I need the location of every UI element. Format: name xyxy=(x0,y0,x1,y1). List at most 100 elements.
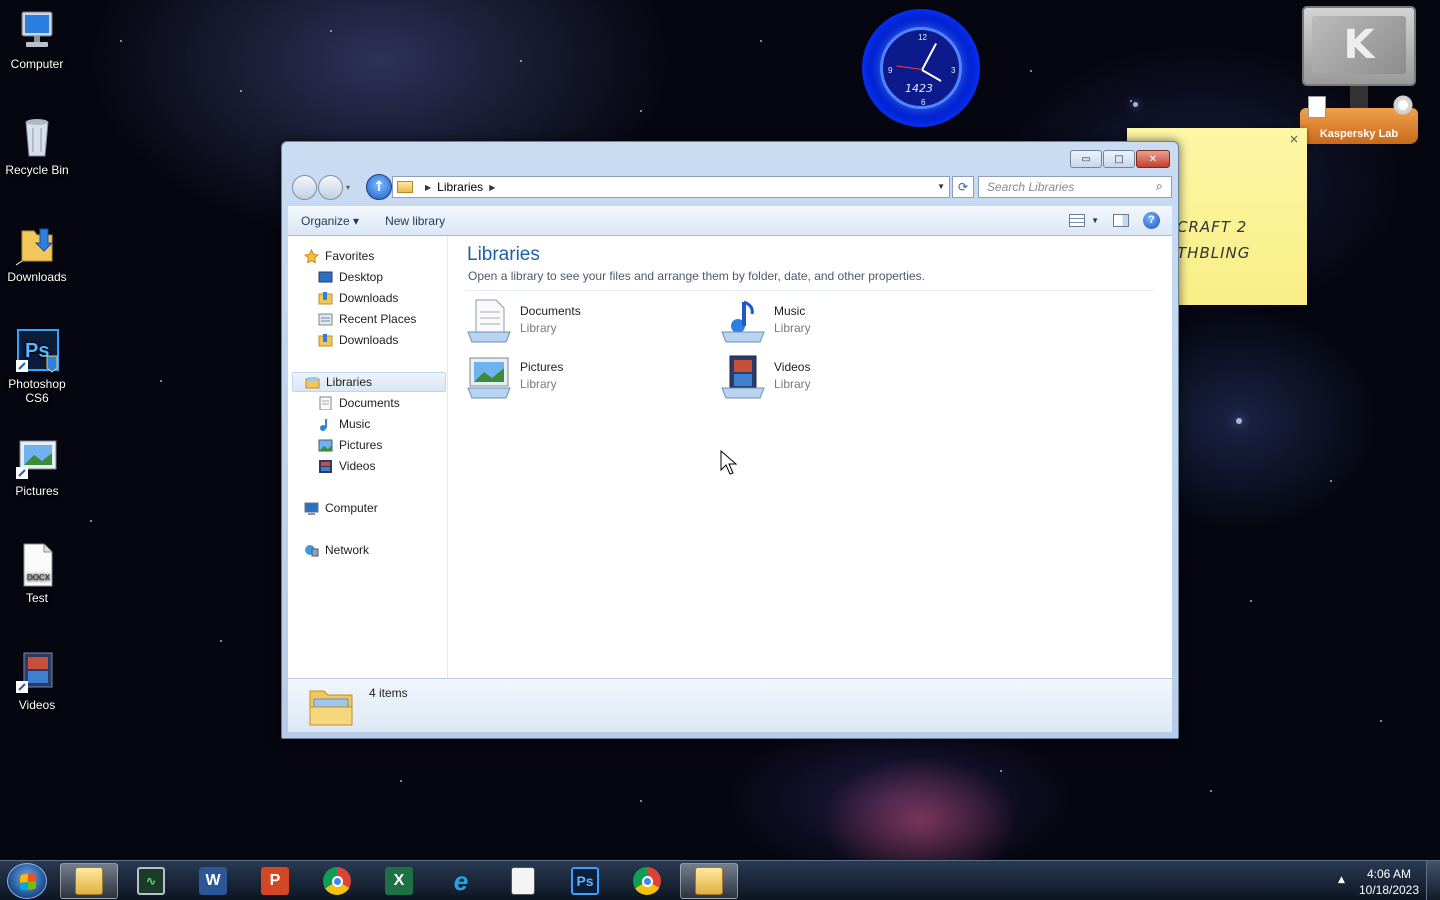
address-bar[interactable]: ▶ Libraries ▶ ▼ xyxy=(392,176,950,198)
downloads-folder-icon xyxy=(14,221,60,267)
photoshop-shortcut-icon: Ps xyxy=(14,328,60,374)
minimize-button[interactable]: ▭ xyxy=(1070,150,1102,168)
organize-button[interactable]: Organize ▾ xyxy=(288,214,372,228)
desktop-icon-videos[interactable]: Videos xyxy=(2,649,72,712)
downloads-folder-icon xyxy=(318,334,333,347)
new-library-button[interactable]: New library xyxy=(372,214,458,228)
pictures-library-icon xyxy=(467,357,511,399)
nav-item-libraries[interactable]: Libraries xyxy=(292,372,446,392)
notepad-icon xyxy=(511,867,535,895)
kaspersky-gadget[interactable]: K Kaspersky Lab xyxy=(1300,6,1418,146)
pictures-shortcut-icon xyxy=(14,435,60,481)
taskbar: ∿ W P X e Ps ▲ 4:06 AM 10/18/2023 xyxy=(0,860,1440,900)
search-input[interactable]: Search Libraries xyxy=(978,176,1172,198)
nav-item-favorites[interactable]: Favorites xyxy=(304,246,374,266)
desktop-icon-test[interactable]: DOCX Test xyxy=(2,542,72,605)
help-icon[interactable]: ? xyxy=(1143,212,1160,229)
library-pictures[interactable]: Pictures Library xyxy=(466,354,563,400)
library-documents[interactable]: Documents Library xyxy=(466,298,581,344)
sticky-text-line-2: THBLING xyxy=(1177,244,1251,262)
nav-item-computer[interactable]: Computer xyxy=(304,498,378,518)
videos-shortcut-icon xyxy=(14,649,60,695)
documents-icon xyxy=(319,396,332,410)
nav-item-music[interactable]: Music xyxy=(318,414,370,434)
clock-hour-hand xyxy=(921,69,942,82)
kaspersky-screen: K xyxy=(1302,6,1416,86)
address-dropdown-icon[interactable]: ▼ xyxy=(937,182,945,191)
desktop-icon-computer[interactable]: Computer xyxy=(2,8,72,71)
nav-item-videos[interactable]: Videos xyxy=(318,456,375,476)
nav-item-documents[interactable]: Documents xyxy=(318,393,400,413)
search-icon[interactable]: ⌕ xyxy=(1156,179,1166,194)
excel-icon: X xyxy=(385,867,413,895)
clock-minute-hand xyxy=(921,43,937,71)
documents-library-icon xyxy=(467,299,511,343)
breadcrumb-arrow-icon[interactable]: ▶ xyxy=(489,183,495,192)
close-button[interactable]: ✕ xyxy=(1136,150,1170,168)
desktop-icon-downloads[interactable]: Downloads xyxy=(2,221,72,284)
recent-pages-arrow-icon[interactable]: ▾ xyxy=(346,183,350,192)
nav-item-network[interactable]: Network xyxy=(304,540,369,560)
clock-gadget[interactable]: 12 3 6 9 1423 xyxy=(862,9,980,127)
nav-item-recent-places[interactable]: Recent Places xyxy=(318,309,416,329)
separator xyxy=(466,290,1154,291)
breadcrumb-libraries[interactable]: Libraries xyxy=(437,180,483,194)
taskbar-notepad[interactable] xyxy=(494,863,552,899)
libraries-folder-icon xyxy=(397,181,413,193)
taskbar-excel[interactable]: X xyxy=(370,863,428,899)
show-hidden-icons-arrow-icon[interactable]: ▲ xyxy=(1338,875,1345,885)
music-library-icon xyxy=(721,300,765,343)
nav-item-desktop[interactable]: Desktop xyxy=(318,267,383,287)
taskbar-libraries-window[interactable] xyxy=(680,863,738,899)
system-clock[interactable]: 4:06 AM 10/18/2023 xyxy=(1352,866,1426,898)
videos-icon xyxy=(319,460,332,473)
maximize-button[interactable]: □ xyxy=(1103,150,1135,168)
taskbar-task-manager[interactable]: ∿ xyxy=(122,863,180,899)
network-icon xyxy=(305,545,319,557)
forward-button[interactable] xyxy=(318,175,343,200)
desktop-icon-recycle-bin[interactable]: Recycle Bin xyxy=(2,114,72,177)
navigation-bar: ▾ ↑ ▶ Libraries ▶ ▼ ⟳ Search Libraries ⌕ xyxy=(288,173,1172,201)
taskbar-powerpoint[interactable]: P xyxy=(246,863,304,899)
taskbar-word[interactable]: W xyxy=(184,863,242,899)
command-bar-right: ▼ ? xyxy=(1069,212,1160,229)
up-arrow-icon[interactable]: ↑ xyxy=(366,174,392,200)
back-button[interactable] xyxy=(292,175,317,200)
explorer-window[interactable]: ▭ □ ✕ ▾ ↑ ▶ Libraries ▶ ▼ ⟳ Search Libra… xyxy=(281,141,1179,739)
library-music[interactable]: Music Library xyxy=(720,298,811,344)
taskbar-photoshop[interactable]: Ps xyxy=(556,863,614,899)
taskbar-chrome[interactable] xyxy=(308,863,366,899)
change-view-button[interactable]: ▼ xyxy=(1069,214,1099,227)
star-icon xyxy=(304,249,319,263)
preview-pane-icon[interactable] xyxy=(1113,214,1129,227)
nav-item-pictures[interactable]: Pictures xyxy=(318,435,382,455)
desktop-icon-photoshop[interactable]: Ps Photoshop CS6 xyxy=(2,328,72,405)
window-controls: ▭ □ ✕ xyxy=(1070,150,1170,168)
sticky-close-icon[interactable]: × xyxy=(1289,132,1299,146)
chevron-down-icon: ▾ xyxy=(353,213,360,228)
taskbar-chrome-2[interactable] xyxy=(618,863,676,899)
library-videos[interactable]: Videos Library xyxy=(720,354,811,400)
show-desktop-button[interactable] xyxy=(1426,861,1440,900)
start-button[interactable] xyxy=(7,863,47,899)
sticky-text-line-1: CRAFT 2 xyxy=(1177,218,1248,236)
page-title: Libraries xyxy=(467,244,540,265)
nav-item-downloads-2[interactable]: Downloads xyxy=(318,330,398,350)
refresh-icon[interactable]: ⟳ xyxy=(952,176,974,198)
taskbar-file-explorer[interactable] xyxy=(60,863,118,899)
main-pane: Libraries Open a library to see your fil… xyxy=(448,236,1172,678)
taskbar-internet-explorer[interactable]: e xyxy=(432,863,490,899)
libraries-icon xyxy=(305,377,320,389)
breadcrumb-arrow-icon[interactable]: ▶ xyxy=(425,183,431,192)
nav-item-downloads[interactable]: Downloads xyxy=(318,288,398,308)
gear-icon[interactable] xyxy=(1392,94,1414,116)
desktop-icon-pictures[interactable]: Pictures xyxy=(2,435,72,498)
view-icon xyxy=(1069,214,1086,227)
windows-logo-icon xyxy=(20,873,36,891)
libraries-icon xyxy=(695,867,723,895)
word-icon: W xyxy=(199,867,227,895)
folder-icon xyxy=(75,867,103,895)
pictures-icon xyxy=(318,439,333,452)
clock-face: 12 3 6 9 1423 xyxy=(880,27,962,109)
page-subtitle: Open a library to see your files and arr… xyxy=(468,269,925,283)
